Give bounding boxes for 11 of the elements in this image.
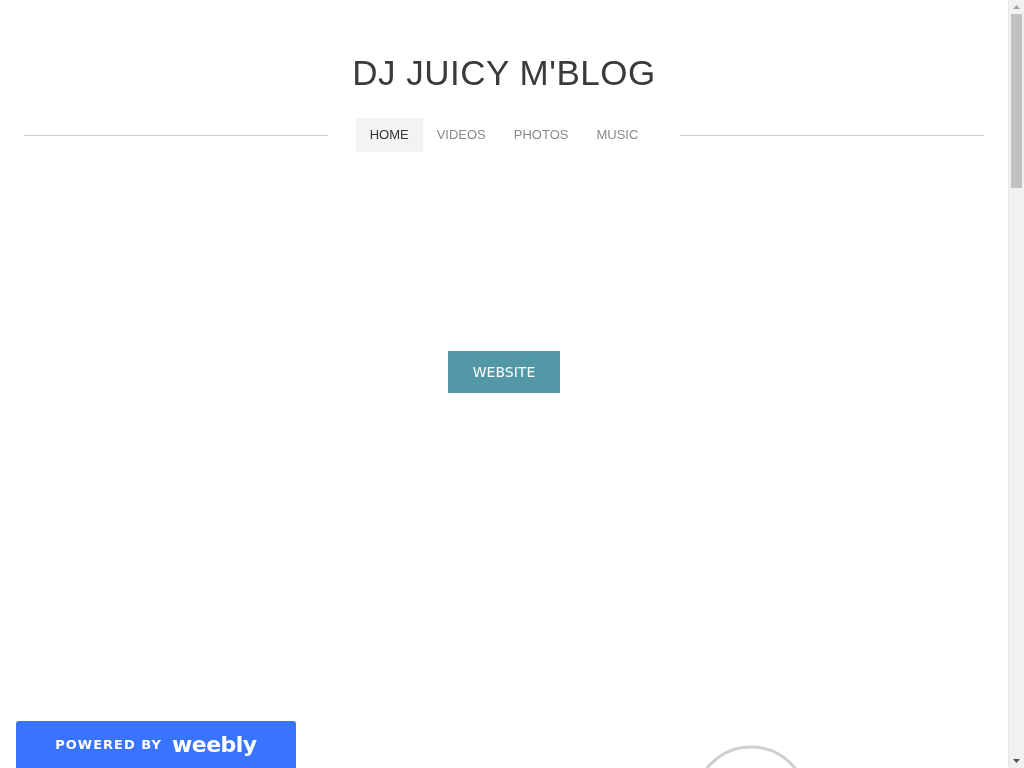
scrollbar[interactable] <box>1008 0 1024 768</box>
powered-by-badge[interactable]: POWERED BY weebly <box>16 721 296 768</box>
nav-link[interactable]: PHOTOS <box>499 118 583 152</box>
nav-link[interactable]: HOME <box>355 118 423 152</box>
brand-logo-text: weebly <box>171 732 257 757</box>
scroll-thumb[interactable] <box>1011 14 1022 188</box>
nav-link[interactable]: VIDEOS <box>422 118 500 152</box>
site-title: DJ JUICY M'BLOG <box>352 52 656 94</box>
nav-link[interactable]: MUSIC <box>582 118 653 152</box>
powered-by-text: POWERED BY <box>55 737 162 752</box>
website-button[interactable]: WEBSITE <box>447 350 561 393</box>
